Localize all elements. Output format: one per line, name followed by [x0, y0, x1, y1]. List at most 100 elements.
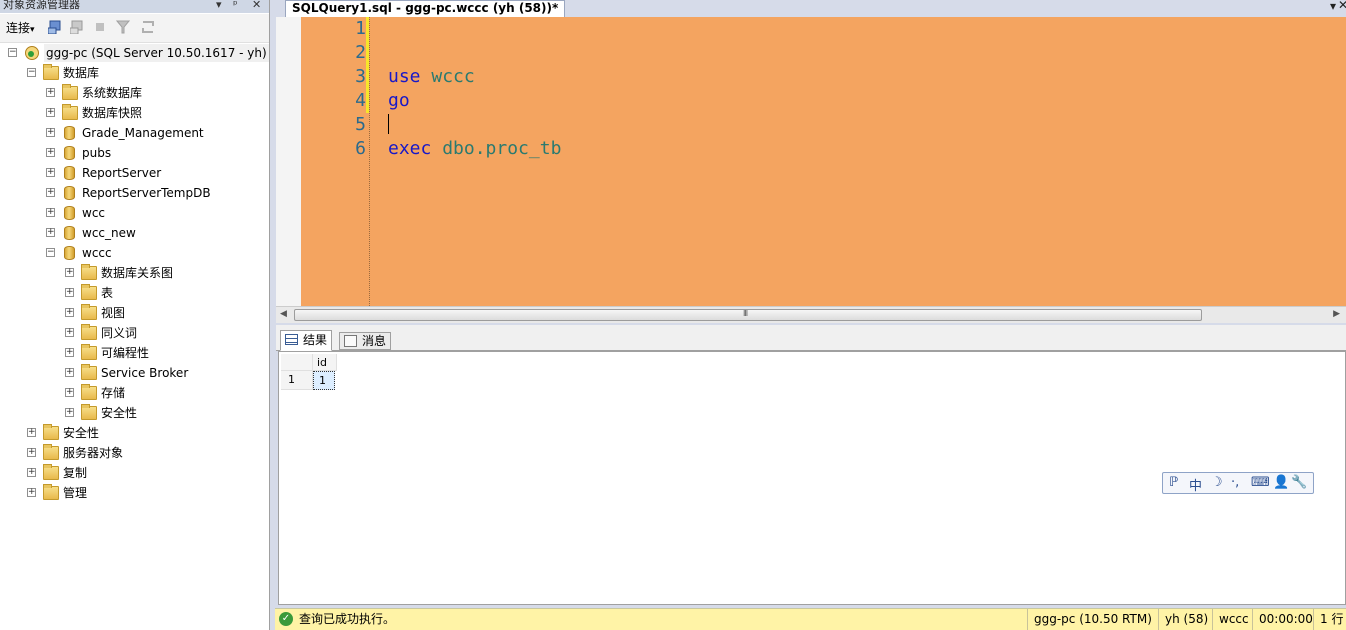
- collapse-icon[interactable]: −: [8, 48, 17, 57]
- folder-icon: [62, 104, 78, 120]
- tab-list-dropdown-icon[interactable]: ▾: [1330, 0, 1336, 13]
- tab-messages-label: 消息: [362, 334, 387, 348]
- database-icon: [64, 166, 75, 180]
- tree-node-label: ReportServerTempDB: [82, 186, 211, 200]
- status-server: ggg-pc (10.50 RTM): [1027, 609, 1157, 630]
- tree-node-label: ReportServer: [82, 166, 162, 180]
- database-icon: [64, 146, 75, 160]
- folder-icon: [43, 464, 59, 480]
- expand-icon[interactable]: +: [27, 448, 36, 457]
- user-icon[interactable]: 👤: [1273, 475, 1289, 490]
- punctuation-icon[interactable]: ·,: [1231, 475, 1239, 490]
- expand-icon[interactable]: +: [65, 288, 74, 297]
- expand-icon[interactable]: +: [65, 388, 74, 397]
- expand-icon[interactable]: +: [46, 228, 55, 237]
- folder-icon: [81, 404, 97, 420]
- scroll-right-arrow-icon[interactable]: ▶: [1333, 309, 1340, 319]
- expand-icon[interactable]: +: [65, 348, 74, 357]
- expand-icon[interactable]: +: [46, 188, 55, 197]
- connect-button[interactable]: 连接▾: [6, 20, 35, 36]
- expand-icon[interactable]: +: [27, 468, 36, 477]
- tab-results-label: 结果: [303, 333, 328, 347]
- code-line[interactable]: go: [388, 89, 410, 113]
- stop-icon[interactable]: [95, 20, 107, 36]
- sql-keyword: use: [388, 66, 421, 87]
- folder-icon: [62, 84, 78, 100]
- collapse-icon[interactable]: −: [27, 68, 36, 77]
- editor-horizontal-scrollbar[interactable]: ◀ III ▶: [276, 306, 1346, 323]
- database-icon: [64, 246, 75, 260]
- folder-icon: [81, 324, 97, 340]
- status-user: yh (58): [1158, 609, 1211, 630]
- expand-icon[interactable]: +: [46, 208, 55, 217]
- tree-node-label: wccc: [82, 246, 112, 260]
- expand-icon[interactable]: +: [65, 408, 74, 417]
- folder-icon: [81, 264, 97, 280]
- tree-node-label: ggg-pc (SQL Server 10.50.1617 - yh): [44, 44, 269, 62]
- expand-icon[interactable]: +: [65, 268, 74, 277]
- code-line[interactable]: exec dbo.proc_tb: [388, 137, 561, 161]
- disconnect-server-icon[interactable]: [69, 20, 86, 36]
- connect-server-icon[interactable]: [47, 20, 64, 36]
- code-line[interactable]: use wccc: [388, 65, 475, 89]
- expand-icon[interactable]: +: [46, 88, 55, 97]
- line-number: 2: [355, 42, 366, 63]
- ime-chinese-mode[interactable]: 中: [1189, 475, 1202, 494]
- folder-icon: [43, 424, 59, 440]
- folder-icon: [43, 444, 59, 460]
- database-icon: [64, 186, 75, 200]
- tree-node-label: 数据库快照: [82, 106, 143, 120]
- tab-sqlquery1[interactable]: SQLQuery1.sql - ggg-pc.wccc (yh (58))*: [285, 0, 566, 17]
- expand-icon[interactable]: +: [65, 308, 74, 317]
- scrollbar-thumb[interactable]: III: [294, 309, 1202, 321]
- folder-icon: [43, 64, 59, 80]
- status-bar: ✓ 查询已成功执行。 ggg-pc (10.50 RTM) yh (58) wc…: [275, 608, 1346, 630]
- line-number: 3: [355, 66, 366, 87]
- row-header[interactable]: 1: [281, 371, 313, 390]
- scroll-left-arrow-icon[interactable]: ◀: [280, 309, 287, 319]
- close-tab-icon[interactable]: ✕: [1338, 0, 1346, 12]
- tree-node-label: 同义词: [101, 326, 138, 340]
- expand-icon[interactable]: +: [27, 488, 36, 497]
- tab-results[interactable]: 结果: [280, 330, 333, 351]
- sql-editor[interactable]: 1 2 3 4 5 6 use wccc go exec dbo.proc_tb: [276, 17, 1346, 306]
- ime-logo-icon[interactable]: ℙ: [1169, 475, 1178, 490]
- editor-indicator-margin: [276, 17, 301, 306]
- collapse-icon[interactable]: −: [46, 248, 55, 257]
- tree-node-label: pubs: [82, 146, 112, 160]
- expand-icon[interactable]: +: [46, 108, 55, 117]
- expand-icon[interactable]: +: [46, 148, 55, 157]
- object-explorer-toolbar: 连接▾: [0, 14, 269, 43]
- pin-icon[interactable]: ᵖ: [233, 0, 238, 11]
- object-explorer-titlebar: 对象资源管理器 ▾ ᵖ ✕: [0, 0, 269, 13]
- tab-messages[interactable]: 消息: [339, 332, 392, 350]
- expand-icon[interactable]: +: [27, 428, 36, 437]
- filter-icon[interactable]: [115, 20, 131, 36]
- server-icon: [25, 46, 39, 60]
- object-explorer-panel: 对象资源管理器 ▾ ᵖ ✕ 连接▾ − ggg-pc (SQL Server 1…: [0, 0, 270, 630]
- folder-icon: [81, 344, 97, 360]
- line-number: 5: [355, 114, 366, 135]
- moon-icon[interactable]: ☽: [1211, 475, 1223, 490]
- panel-dropdown-icon[interactable]: ▾: [216, 0, 222, 11]
- line-number: 6: [355, 138, 366, 159]
- keyboard-icon[interactable]: ⌨: [1251, 475, 1270, 490]
- tree-node-label: 复制: [63, 466, 88, 480]
- scrollbar-grip: III: [743, 309, 748, 318]
- folder-icon: [81, 304, 97, 320]
- tree-node-server[interactable]: − ggg-pc (SQL Server 10.50.1617 - yh): [0, 44, 269, 62]
- close-panel-icon[interactable]: ✕: [252, 0, 261, 11]
- expand-icon[interactable]: +: [65, 328, 74, 337]
- grid-corner[interactable]: [281, 354, 313, 371]
- tree-node-label: 安全性: [101, 406, 138, 420]
- expand-icon[interactable]: +: [46, 168, 55, 177]
- tree-node-label: 可编程性: [101, 346, 150, 360]
- expand-icon[interactable]: +: [46, 128, 55, 137]
- sql-keyword: go: [388, 90, 410, 111]
- expand-icon[interactable]: +: [65, 368, 74, 377]
- wrench-icon[interactable]: 🔧: [1291, 475, 1307, 490]
- column-header[interactable]: id: [313, 354, 337, 371]
- table-cell[interactable]: 1: [313, 371, 335, 390]
- sql-keyword: exec: [388, 138, 432, 159]
- refresh-icon[interactable]: [140, 20, 156, 36]
